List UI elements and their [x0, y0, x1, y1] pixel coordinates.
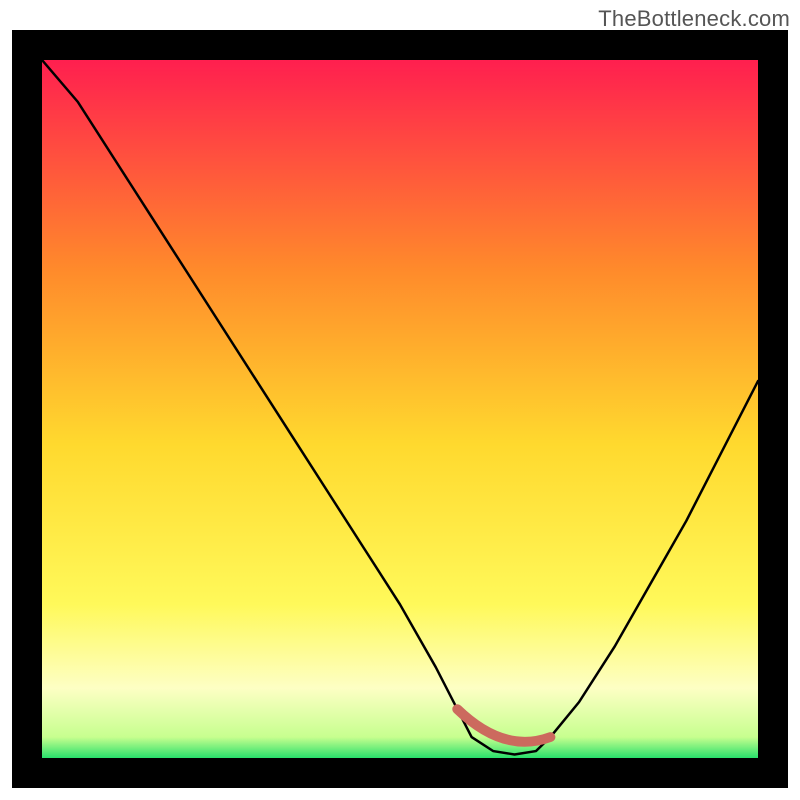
chart-frame: TheBottleneck.com: [0, 0, 800, 800]
plot-area: [42, 60, 758, 758]
background-gradient: [42, 60, 758, 758]
watermark-text: TheBottleneck.com: [598, 6, 790, 32]
